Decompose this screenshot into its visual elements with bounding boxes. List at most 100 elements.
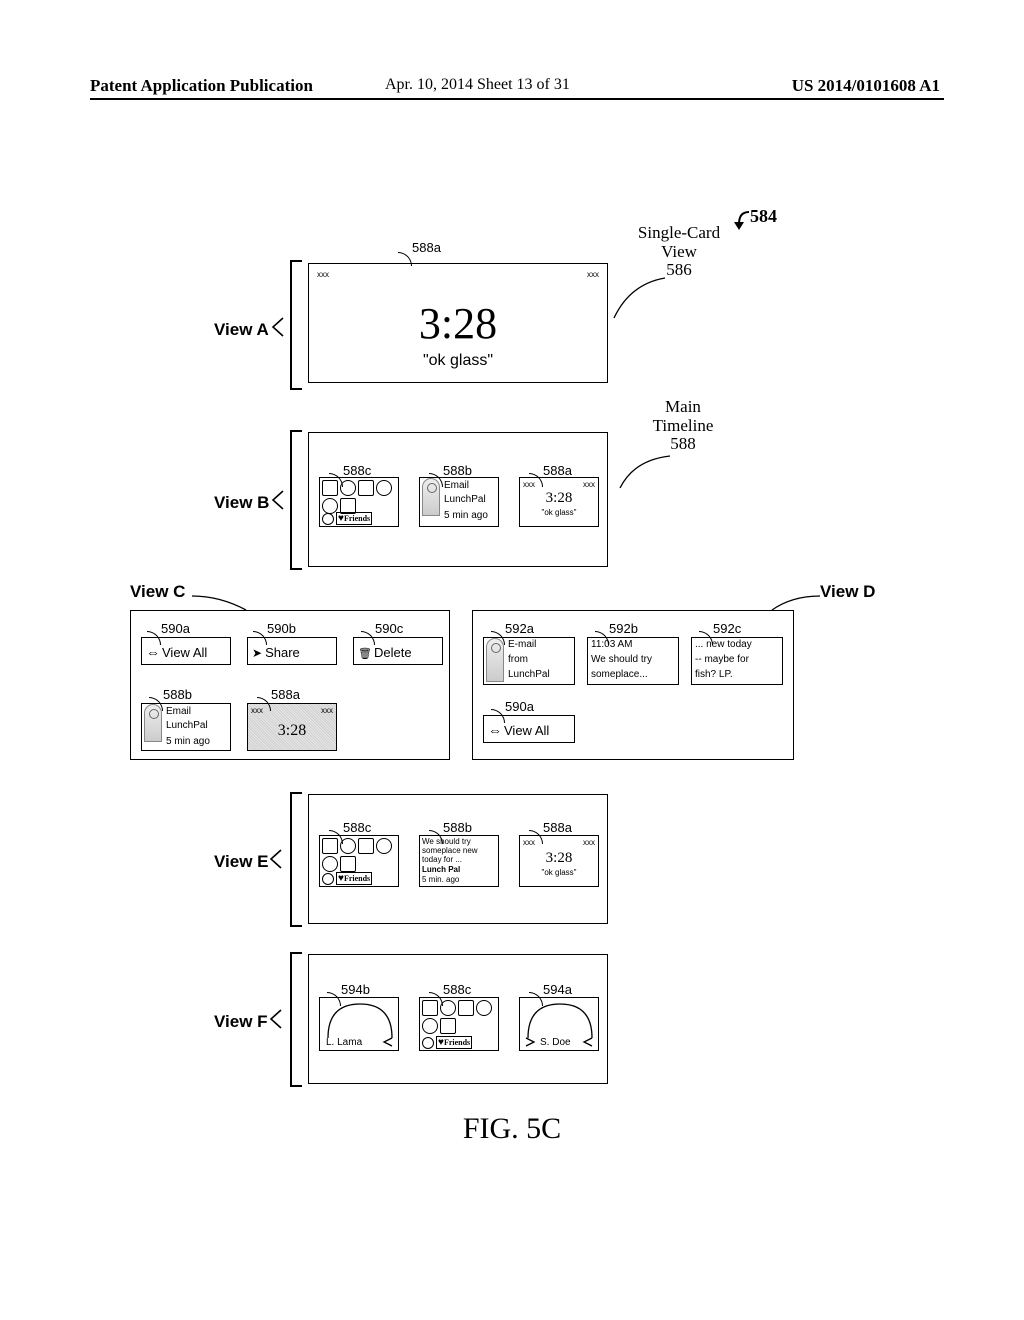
card-588a-large: xxx xxx 3:28 "ok glass" bbox=[308, 263, 608, 383]
h bbox=[253, 631, 267, 645]
ref-592c: 592c bbox=[713, 621, 741, 636]
h bbox=[257, 697, 271, 711]
label-llama: L. Lama bbox=[326, 1037, 362, 1048]
label-sdoe: S. Doe bbox=[540, 1037, 571, 1048]
label-main-timeline: Main Timeline 588 bbox=[638, 398, 728, 454]
ref-590c: 590c bbox=[375, 621, 403, 636]
header-right: US 2014/0101608 A1 bbox=[792, 76, 940, 96]
friends-caption: Friends bbox=[344, 874, 370, 883]
h bbox=[491, 631, 505, 645]
label-view-f: View F bbox=[214, 1012, 268, 1032]
panel-b: ♥Friends 588c Email LunchPal 5 min ago 5… bbox=[308, 432, 608, 567]
ref-586: 586 bbox=[666, 260, 692, 279]
hook-588b-b bbox=[429, 473, 443, 487]
main-timeline-text: Main Timeline bbox=[653, 397, 714, 435]
h bbox=[429, 992, 443, 1006]
h bbox=[361, 631, 375, 645]
prompt: "ok glass" bbox=[309, 352, 607, 370]
ref-592a: 592a bbox=[505, 621, 534, 636]
l3: fish? LP. bbox=[695, 669, 733, 680]
l3: 5 min ago bbox=[166, 736, 210, 747]
ref-588a-c: 588a bbox=[271, 687, 300, 702]
bracket-b bbox=[290, 430, 292, 570]
xr: xxx bbox=[321, 706, 333, 715]
xxx-r: xxx bbox=[587, 270, 599, 279]
ref-588: 588 bbox=[670, 434, 696, 453]
h bbox=[149, 697, 163, 711]
label-view-b: View B bbox=[214, 493, 269, 513]
label-delete: Delete bbox=[374, 645, 412, 660]
ref-590a-d: 590a bbox=[505, 699, 534, 714]
hook-588a-A bbox=[398, 252, 412, 266]
clock: 3:28 bbox=[309, 298, 607, 349]
ref-590b: 590b bbox=[267, 621, 296, 636]
xxx-l: xxx bbox=[317, 270, 329, 279]
ref-592b: 592b bbox=[609, 621, 638, 636]
brace-f-angle bbox=[269, 1008, 283, 1030]
panel-d: E-mail from LunchPal 592a 11:03 AM We sh… bbox=[472, 610, 794, 760]
h bbox=[491, 709, 505, 723]
label-share: Share bbox=[265, 645, 300, 660]
leader-586 bbox=[610, 274, 670, 324]
panel-e: ♥Friends 588c We should try someplace ne… bbox=[308, 794, 608, 924]
l2: from bbox=[508, 654, 528, 665]
bracket-e bbox=[290, 792, 292, 927]
brace-b-angle bbox=[271, 489, 285, 511]
h bbox=[327, 992, 341, 1006]
angle bbox=[582, 1036, 594, 1048]
label-viewall: View All bbox=[162, 645, 207, 660]
arrow-584 bbox=[733, 210, 751, 239]
h bbox=[329, 830, 343, 844]
header-left: Patent Application Publication bbox=[90, 76, 313, 96]
l1: E-mail bbox=[508, 639, 536, 650]
l2: -- maybe for bbox=[695, 654, 749, 665]
ref-584: 584 bbox=[750, 206, 777, 227]
ref-594b: 594b bbox=[341, 982, 370, 997]
ref-588a-e: 588a bbox=[543, 820, 572, 835]
angle bbox=[382, 1036, 394, 1048]
ref-588a-b: 588a bbox=[543, 463, 572, 478]
email-l2: LunchPal bbox=[444, 494, 486, 505]
xxx-r: xxx bbox=[583, 480, 595, 489]
expand-icon bbox=[146, 645, 162, 660]
label-view-e: View E bbox=[214, 852, 269, 872]
brace-a-angle bbox=[271, 316, 285, 338]
trash-icon bbox=[358, 645, 374, 660]
single-card-view-text: Single-Card View bbox=[638, 223, 720, 261]
expand-icon bbox=[488, 723, 504, 738]
bracket-a bbox=[290, 260, 292, 390]
pr: "ok glass" bbox=[520, 868, 598, 877]
friends-caption: Friends bbox=[444, 1038, 470, 1047]
l2: someplace new bbox=[422, 846, 478, 855]
l3: today for ... bbox=[422, 855, 462, 864]
header-mid: Apr. 10, 2014 Sheet 13 of 31 bbox=[385, 76, 570, 94]
brace-e-angle bbox=[269, 848, 283, 870]
ref-588b-b: 588b bbox=[443, 463, 472, 478]
prompt-sm: "ok glass" bbox=[520, 508, 598, 517]
h bbox=[595, 631, 609, 645]
profile-icon bbox=[526, 1000, 594, 1040]
bracket-f bbox=[290, 952, 292, 1087]
email-l3: 5 min ago bbox=[444, 510, 488, 521]
l2: LunchPal bbox=[166, 720, 208, 731]
ref-594a: 594a bbox=[543, 982, 572, 997]
l5: 5 min. ago bbox=[422, 875, 459, 884]
panel-f: L. Lama 594b ♥Friends 588c S. Doe 594a bbox=[308, 954, 608, 1084]
h bbox=[147, 631, 161, 645]
ref-588c-e: 588c bbox=[343, 820, 371, 835]
h bbox=[699, 631, 713, 645]
h bbox=[529, 992, 543, 1006]
ck: 3:28 bbox=[520, 850, 598, 867]
ref-588b-e: 588b bbox=[443, 820, 472, 835]
clock-sm: 3:28 bbox=[520, 490, 598, 507]
label-view-a: View A bbox=[214, 320, 269, 340]
xr: xxx bbox=[583, 838, 595, 847]
friends-caption: Friends bbox=[344, 514, 370, 523]
h bbox=[529, 830, 543, 844]
l2: We should try bbox=[591, 654, 652, 665]
l1: Email bbox=[166, 706, 191, 717]
ref-588b-c: 588b bbox=[163, 687, 192, 702]
panel-c: View All 590a Share 590b Delete 590c Ema… bbox=[130, 610, 450, 760]
h bbox=[429, 830, 443, 844]
l4: Lunch Pal bbox=[422, 865, 460, 874]
